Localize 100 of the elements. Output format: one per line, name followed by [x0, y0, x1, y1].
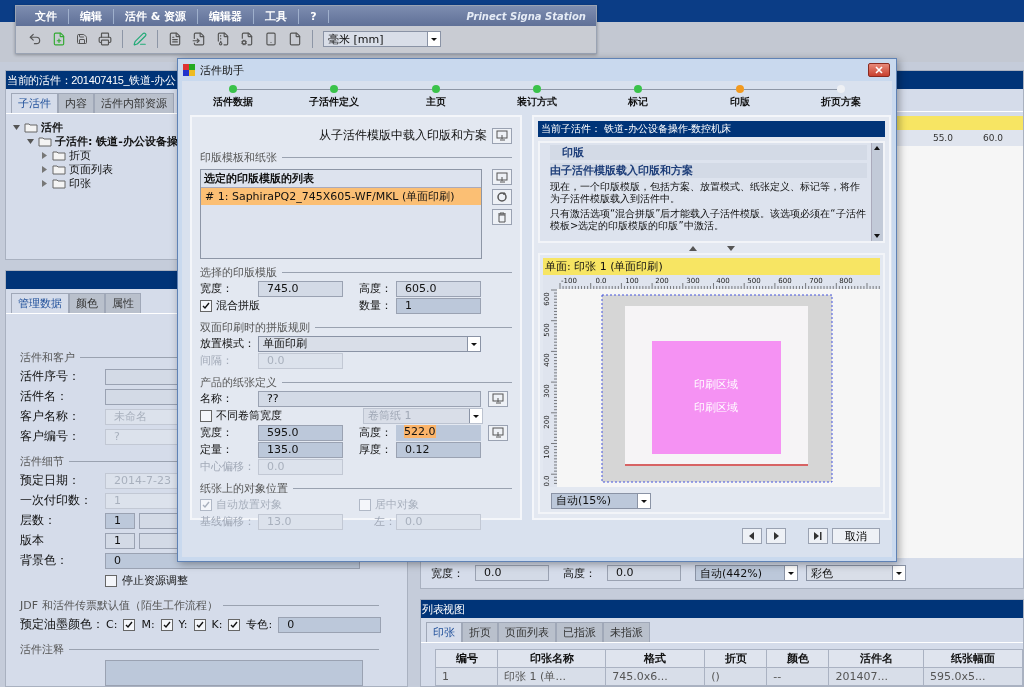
color-mode-dropdown[interactable]: 彩色	[806, 565, 906, 581]
step-label[interactable]: 印版	[729, 95, 750, 109]
checkbox[interactable]	[200, 299, 212, 312]
column-header[interactable]: 编号	[435, 649, 498, 668]
tree-item[interactable]: 印张	[69, 175, 91, 191]
checkbox[interactable]	[228, 618, 241, 631]
column-header[interactable]: 活件名	[828, 649, 924, 668]
collapse-arrow-icon[interactable]	[12, 122, 21, 132]
field-label: 数量：	[359, 298, 393, 313]
tab[interactable]: 已指派	[556, 622, 603, 642]
document-icon[interactable]	[216, 32, 230, 46]
column-header[interactable]: 纸张幅面	[923, 649, 1023, 668]
input-field[interactable]: 522.0	[396, 424, 481, 441]
save-icon[interactable]	[76, 33, 88, 45]
tab[interactable]: 管理数据	[11, 293, 69, 313]
help-subtitle: 由子活件模版载入印版和方案	[550, 163, 867, 178]
menu-item[interactable]: 编辑	[69, 8, 114, 24]
input-field[interactable]: 605.0	[396, 280, 481, 297]
tab[interactable]: 印张	[426, 622, 462, 642]
tree-item[interactable]: 子活件: 铁道-办公设备操	[55, 133, 178, 149]
collapse-arrow-icon[interactable]	[26, 136, 35, 146]
field-label: 宽度：	[200, 425, 234, 440]
field-label: 预定油墨颜色：	[20, 616, 100, 633]
cancel-button[interactable]: 取消	[832, 528, 880, 544]
field-label: 中心偏移：	[200, 459, 256, 474]
zoom-dropdown[interactable]: 自动(442%)	[695, 565, 798, 581]
tab[interactable]: 内容	[58, 93, 94, 113]
scrollbar[interactable]	[871, 143, 883, 242]
page-icon[interactable]	[264, 32, 278, 46]
checkbox-label: Y:	[178, 618, 188, 631]
next-button[interactable]	[766, 528, 786, 544]
tab[interactable]: 折页	[462, 622, 498, 642]
input-field[interactable]: 0.12	[396, 441, 481, 458]
input-field[interactable]: ??	[258, 390, 481, 407]
tab[interactable]: 页面列表	[498, 622, 556, 642]
input-field[interactable]: 0	[278, 616, 382, 633]
unit-dropdown[interactable]: 毫米 [mm]	[323, 31, 441, 47]
input-field[interactable]: 745.0	[258, 280, 343, 297]
field-label: 高度：	[359, 281, 393, 296]
checkbox[interactable]	[160, 618, 173, 631]
back-button[interactable]	[742, 528, 762, 544]
column-header[interactable]: 格式	[605, 649, 705, 668]
input-field[interactable]: 135.0	[258, 441, 343, 458]
tree-item[interactable]: 折页	[69, 147, 91, 163]
list-item[interactable]: # 1: SaphiraPQ2_745X605-WF/MKL (单面印刷)	[201, 188, 481, 205]
zoom-dropdown[interactable]: 自动(15%)	[551, 492, 651, 509]
group-title: 印版模板和纸张	[200, 150, 512, 165]
field-label: 宽度：	[200, 281, 234, 296]
folder-icon	[52, 163, 66, 175]
menu-item[interactable]: 文件	[24, 8, 69, 24]
checkbox[interactable]	[123, 618, 136, 631]
menu-item[interactable]: 编辑器	[198, 8, 255, 24]
step-label[interactable]: 装订方式	[516, 95, 557, 109]
step-label[interactable]: 主页	[425, 95, 446, 109]
checkbox[interactable]	[200, 409, 212, 422]
menu-item[interactable]: 工具	[254, 8, 300, 24]
delete-button[interactable]	[492, 209, 512, 225]
input-field[interactable]: 0.0	[475, 565, 549, 581]
tab[interactable]: 未指派	[603, 622, 650, 642]
placement-dropdown[interactable]: 单面印刷	[258, 335, 481, 352]
tab[interactable]: 颜色	[69, 293, 105, 313]
step-label[interactable]: 标记	[628, 95, 649, 109]
tab[interactable]: 属性	[105, 293, 141, 313]
undo-icon[interactable]	[28, 32, 42, 46]
select-size-button[interactable]	[488, 424, 508, 441]
expand-arrow-icon[interactable]	[40, 178, 49, 188]
tab[interactable]: 活件内部资源	[94, 93, 174, 113]
step-label[interactable]: 折页方案	[821, 95, 862, 109]
page-icon[interactable]	[288, 32, 302, 46]
checkbox[interactable]	[105, 574, 117, 587]
input-field[interactable]: 1	[105, 512, 135, 529]
close-button[interactable]	[868, 63, 890, 77]
field-label: 基线偏移：	[200, 514, 256, 529]
load-button[interactable]	[492, 127, 512, 144]
step-label[interactable]: 活件数据	[212, 95, 253, 109]
input-field[interactable]: 0.0	[607, 565, 681, 581]
column-header[interactable]: 折页	[704, 649, 767, 668]
finish-button[interactable]	[808, 528, 828, 544]
checkbox[interactable]	[193, 618, 206, 631]
tree-item[interactable]: 活件	[41, 119, 63, 135]
column-header[interactable]: 印张名称	[497, 649, 606, 668]
print-icon[interactable]	[98, 32, 112, 46]
input-field[interactable]: 595.0	[258, 424, 343, 441]
input-field[interactable]: 1	[396, 297, 481, 314]
menu-item[interactable]: 活件 & 资源	[114, 8, 199, 24]
tree-item[interactable]: 页面列表	[69, 161, 113, 177]
tab[interactable]: 子活件	[11, 93, 58, 113]
select-paper-button[interactable]	[488, 390, 508, 407]
column-header[interactable]: 颜色	[766, 649, 829, 668]
add-button[interactable]	[492, 169, 512, 185]
step-label[interactable]: 子活件定义	[309, 95, 360, 109]
document-icon[interactable]	[192, 32, 206, 46]
help-paragraph: 只有激活选项“混合拼版”后才能载入子活件模版。该选项必须在“子活件模板>选定的印版模版的印版”中激活。	[550, 208, 867, 232]
refresh-button[interactable]	[492, 189, 512, 205]
document-icon[interactable]	[168, 32, 182, 46]
menu-item[interactable]: ?	[299, 9, 329, 23]
document-icon[interactable]	[240, 32, 254, 46]
expand-arrow-icon[interactable]	[40, 150, 49, 160]
input-field[interactable]: 1	[105, 532, 135, 549]
expand-arrow-icon[interactable]	[40, 164, 49, 174]
